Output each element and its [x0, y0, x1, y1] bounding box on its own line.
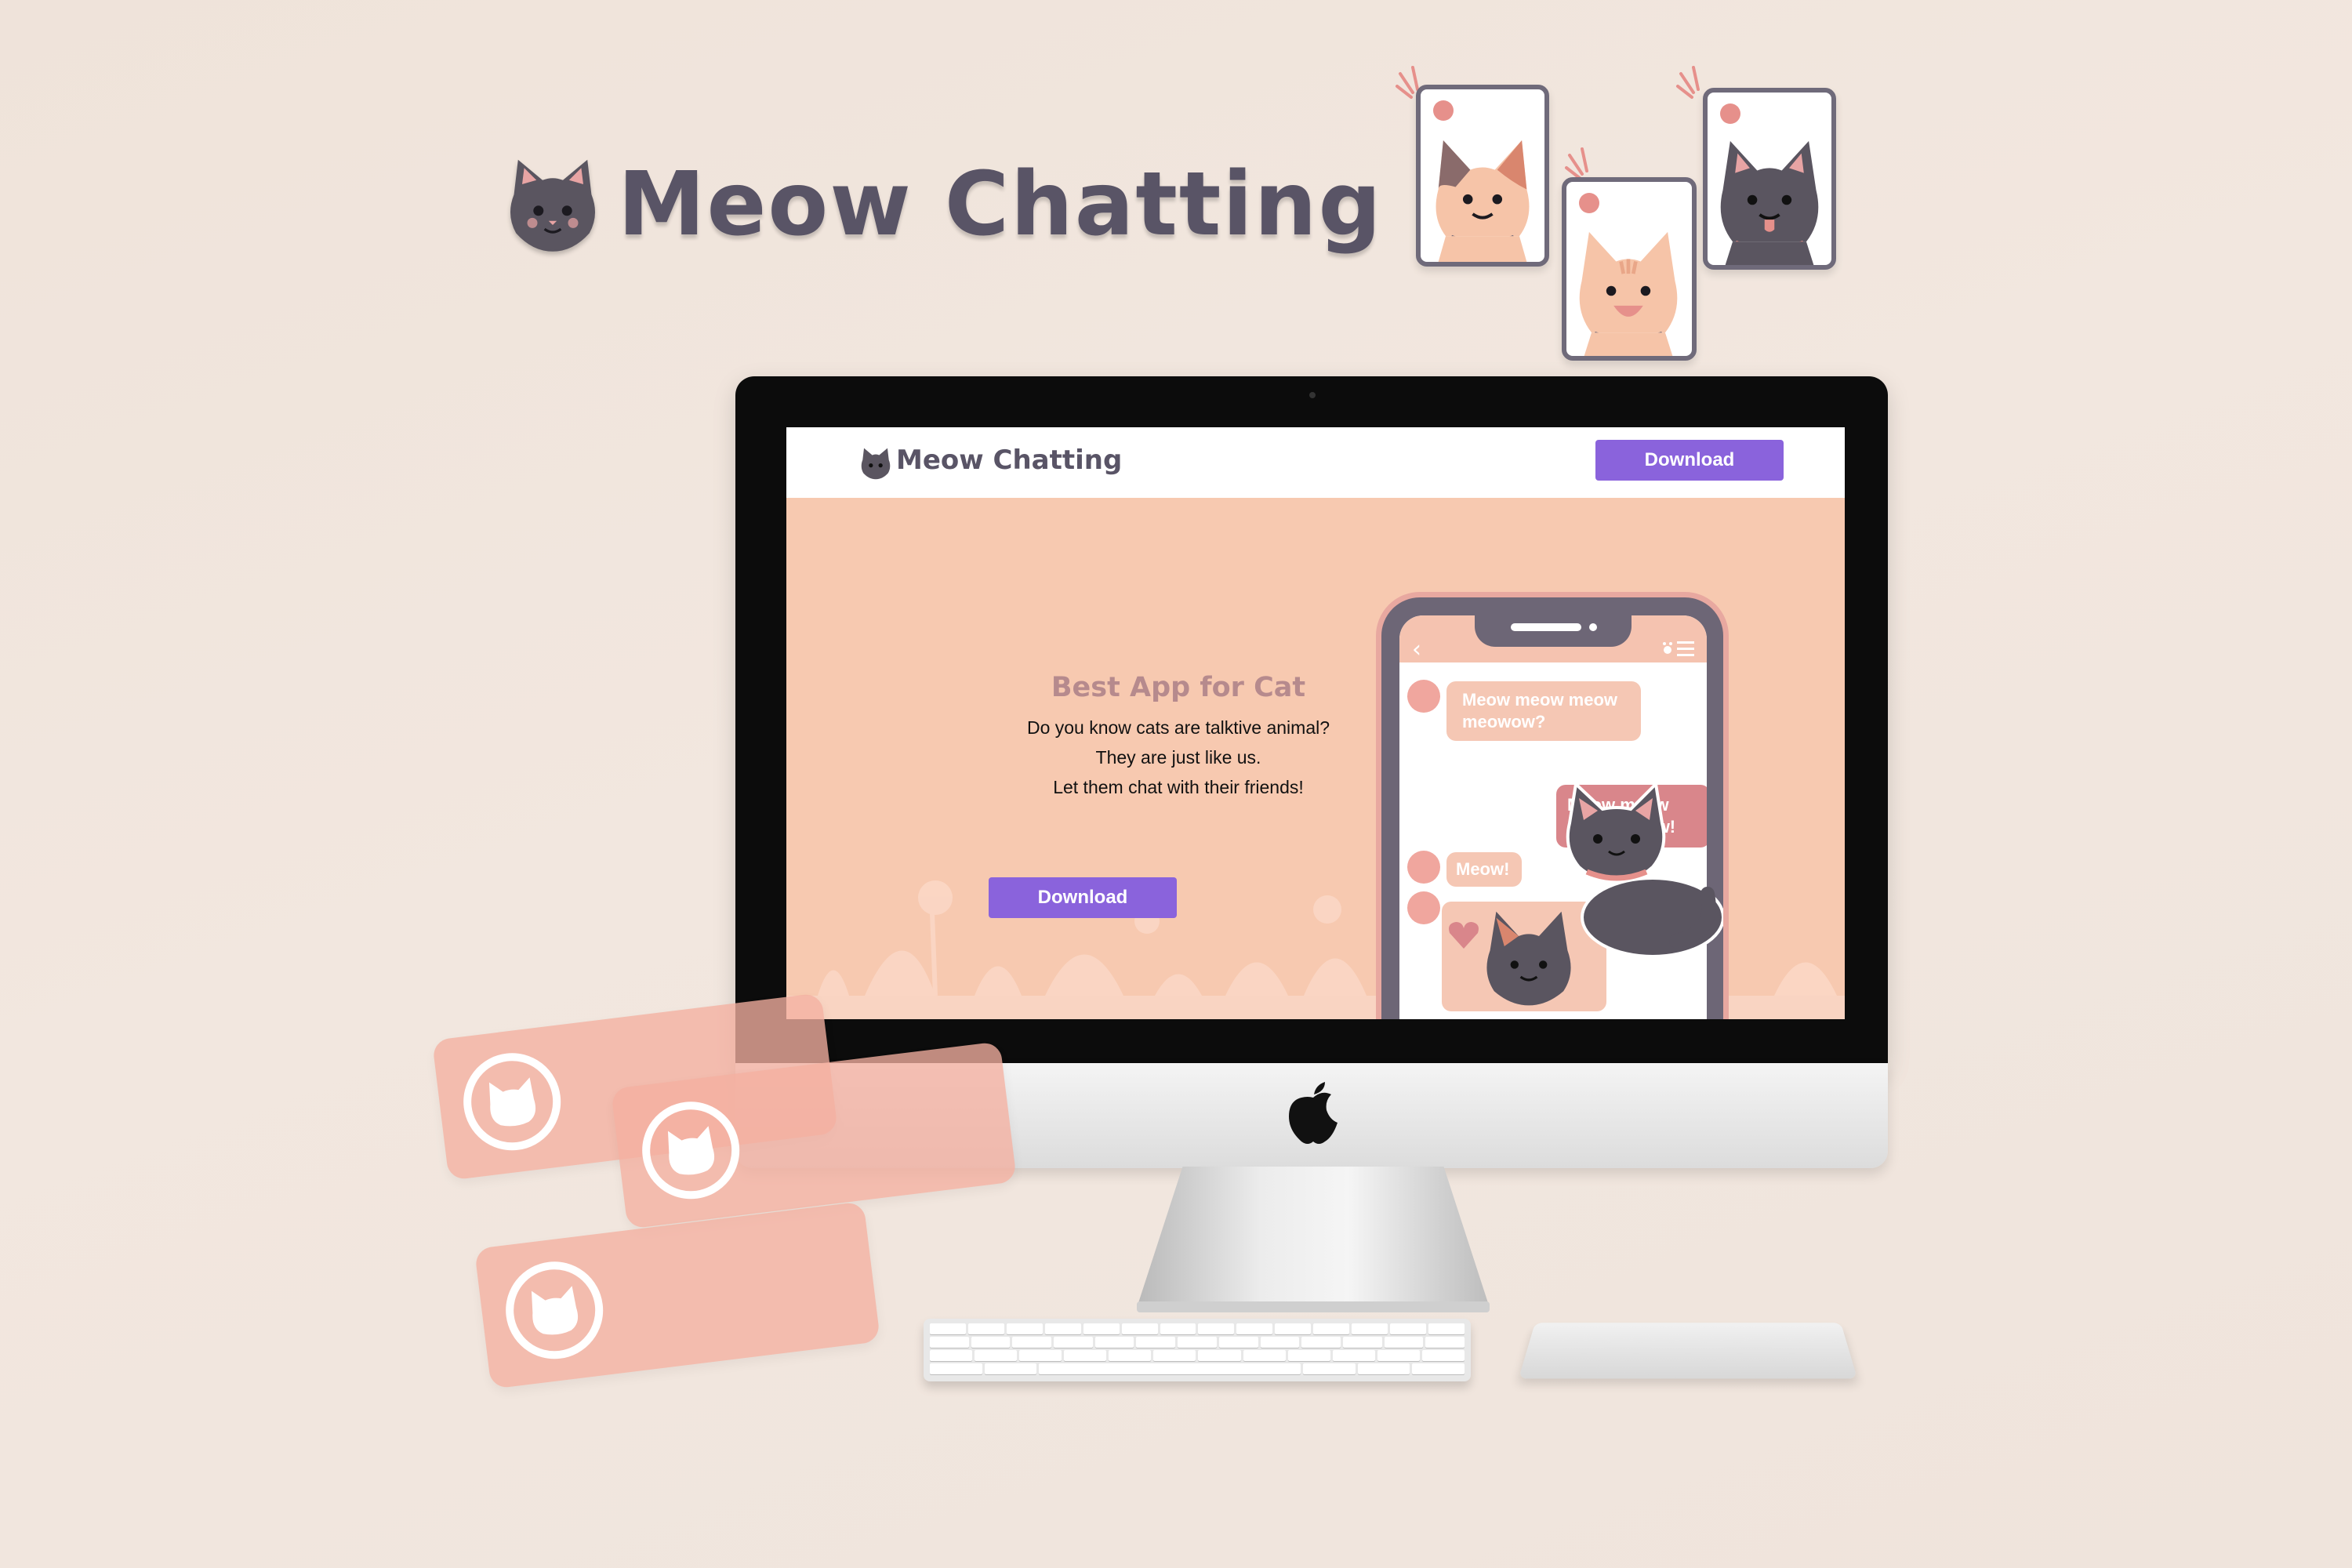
status-dot	[1579, 193, 1599, 213]
imac-stand-base	[1137, 1301, 1490, 1312]
brand-title: Meow Chatting	[618, 154, 1383, 256]
phone-speaker	[1511, 623, 1581, 631]
avatar	[1407, 891, 1440, 924]
cat-head-icon	[510, 159, 596, 252]
cat-card-orange	[1562, 177, 1697, 361]
avatar-ring	[500, 1256, 609, 1365]
cat-avatar-icon	[667, 1126, 715, 1175]
notification-card	[474, 1201, 881, 1389]
avatar	[1407, 851, 1440, 884]
phone-notch	[1475, 615, 1632, 647]
orange-cat-icon	[1579, 231, 1678, 356]
gray-cat-icon	[1720, 140, 1819, 265]
cat-avatar-icon	[531, 1286, 579, 1335]
cat-avatar-icon	[488, 1077, 536, 1127]
keyboard	[924, 1319, 1471, 1381]
heart-icon	[1449, 922, 1479, 949]
cat-card-gray	[1703, 88, 1836, 270]
chat-bubble-incoming: Meow!	[1446, 852, 1522, 887]
imac-camera	[1309, 392, 1316, 398]
phone-camera	[1589, 623, 1597, 631]
avatar-ring	[637, 1096, 746, 1205]
chat-bubble-incoming: Meow meow meow meowow?	[1446, 681, 1641, 741]
avatar	[1407, 680, 1440, 713]
cat-card-calico	[1416, 85, 1549, 267]
status-dot	[1433, 100, 1454, 121]
chevron-left-icon[interactable]: ‹	[1412, 636, 1421, 663]
website-screen: Meow Chatting Download Best App for Cat …	[786, 427, 1845, 1019]
status-dot	[1720, 103, 1740, 124]
sitting-cat-icon	[1566, 780, 1723, 956]
imac-stand	[1137, 1167, 1490, 1308]
nav-download-button[interactable]: Download	[1595, 440, 1784, 481]
apple-logo-icon	[1289, 1082, 1338, 1144]
calico-cat-icon	[1436, 140, 1530, 262]
trackpad	[1518, 1323, 1858, 1379]
hero-download-button[interactable]: Download	[989, 877, 1177, 918]
paw-menu-icon[interactable]	[1661, 639, 1696, 658]
cat-head-icon	[861, 448, 891, 480]
avatar-ring	[458, 1047, 567, 1156]
hero-brand-logo: Meow Chatting	[502, 149, 1381, 267]
site-navbar: Meow Chatting Download	[786, 427, 1845, 498]
site-logo-text[interactable]: Meow Chatting	[896, 445, 1122, 476]
